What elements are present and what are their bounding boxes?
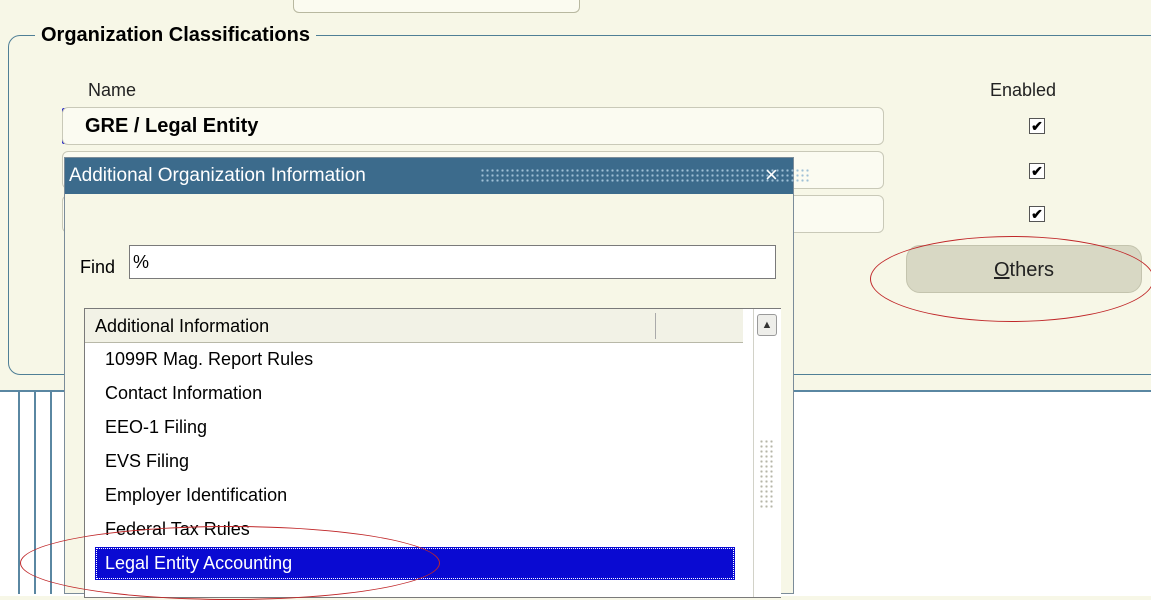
name-column-header: Name — [88, 80, 137, 100]
pane-divider — [34, 390, 36, 594]
dialog-titlebar[interactable]: Additional Organization Information × — [65, 158, 810, 194]
others-mnemonic: O — [993, 259, 1010, 281]
list-item[interactable]: EEO-1 Filing — [95, 411, 735, 444]
scroll-up-icon[interactable]: ▲ — [757, 314, 777, 336]
list-item[interactable]: Federal Tax Rules — [95, 513, 735, 546]
list-item-selected[interactable]: Legal Entity Accounting — [95, 547, 735, 580]
header-field[interactable] — [293, 0, 580, 13]
additional-org-info-dialog: Additional Organization Information × Fi… — [64, 157, 810, 598]
group-title: Organization Classifications — [35, 24, 316, 47]
close-icon[interactable]: × — [765, 162, 778, 188]
list-item[interactable]: 1099R Mag. Report Rules — [95, 343, 735, 376]
additional-info-list: Additional Information 1099R Mag. Report… — [84, 308, 781, 598]
pane-divider — [18, 390, 20, 594]
list-item[interactable]: EVS Filing — [95, 445, 735, 478]
others-button[interactable]: Others — [906, 245, 1142, 293]
find-input[interactable]: % — [129, 245, 776, 279]
list-item[interactable]: Contact Information — [95, 377, 735, 410]
find-label: Find — [80, 257, 116, 277]
pane-divider — [50, 390, 52, 594]
others-label: thers — [1009, 259, 1055, 281]
list-column-header: Additional Information — [85, 309, 743, 343]
scroll-thumb[interactable] — [759, 439, 775, 509]
list-item[interactable]: Employer Identification — [95, 479, 735, 512]
enabled-checkbox[interactable]: ✔ — [1029, 118, 1045, 134]
enabled-checkbox[interactable]: ✔ — [1029, 163, 1045, 179]
list-scrollbar[interactable]: ▲ — [753, 309, 781, 597]
titlebar-grip — [480, 168, 810, 184]
enabled-column-header: Enabled — [990, 80, 1057, 100]
enabled-checkbox[interactable]: ✔ — [1029, 206, 1045, 222]
list-header-label: Additional Information — [95, 316, 270, 336]
column-separator — [655, 313, 656, 339]
dialog-title: Additional Organization Information — [69, 165, 366, 186]
classification-name-field[interactable]: GRE / Legal Entity — [62, 107, 884, 145]
